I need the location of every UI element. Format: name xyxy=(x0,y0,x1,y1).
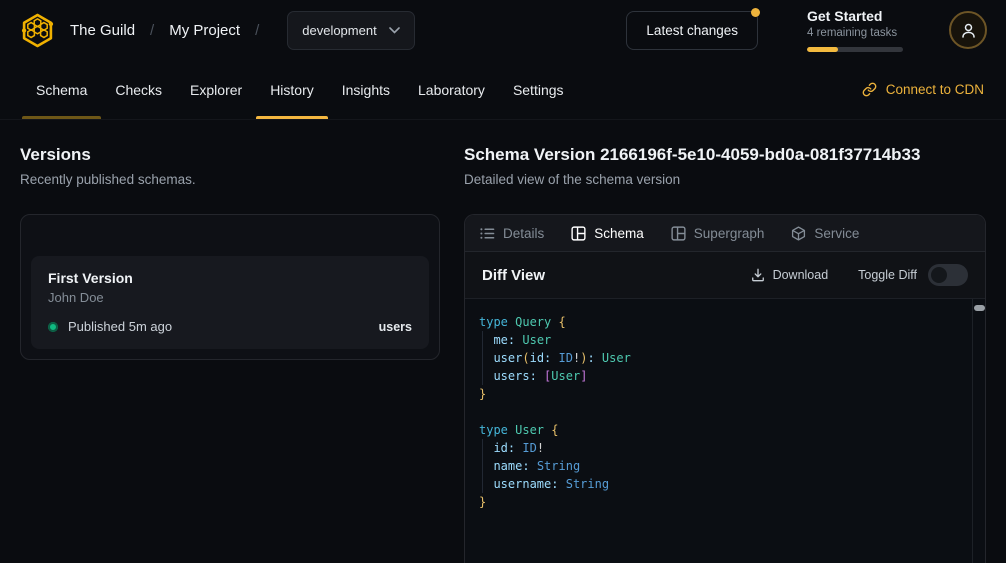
diff-view-header: Diff View Download Toggle Diff xyxy=(465,252,985,299)
tab-service[interactable]: Service xyxy=(791,226,859,241)
user-avatar-button[interactable] xyxy=(949,11,987,49)
code-scrollbar[interactable] xyxy=(972,299,985,563)
nav-tab-history[interactable]: History xyxy=(256,60,328,119)
person-icon xyxy=(960,22,977,39)
get-started-progress-track xyxy=(807,47,903,52)
guild-logo-icon[interactable] xyxy=(19,12,56,49)
get-started-widget[interactable]: Get Started 4 remaining tasks xyxy=(807,8,903,52)
tab-label: Details xyxy=(503,226,544,241)
code-line: type User { xyxy=(479,421,969,439)
version-service-badge: users xyxy=(379,320,412,334)
code-line: } xyxy=(479,385,969,403)
columns-icon xyxy=(671,226,686,241)
notification-dot xyxy=(751,8,760,17)
nav-tab-label: History xyxy=(270,82,314,98)
cube-icon xyxy=(791,226,806,241)
sdl-code-viewer[interactable]: type Query { me: User user(id: ID!): Use… xyxy=(465,299,985,563)
nav-tab-laboratory[interactable]: Laboratory xyxy=(404,60,499,119)
diff-view-title: Diff View xyxy=(482,267,545,284)
nav-tab-label: Laboratory xyxy=(418,82,485,98)
tab-label: Supergraph xyxy=(694,226,765,241)
target-selector[interactable]: development xyxy=(287,11,414,50)
code-line: user(id: ID!): User xyxy=(479,349,969,367)
page-tabs: Schema Checks Explorer History Insights … xyxy=(0,60,1006,120)
code-line: users: [User] xyxy=(479,367,969,385)
tab-label: Schema xyxy=(594,226,644,241)
download-button[interactable]: Download xyxy=(751,268,829,282)
breadcrumb-org[interactable]: The Guild xyxy=(70,22,135,39)
nav-tab-checks[interactable]: Checks xyxy=(101,60,176,119)
schema-detail-card: Details Schema Supergraph xyxy=(464,214,986,563)
code-line: me: User xyxy=(479,331,969,349)
detail-tab-bar: Details Schema Supergraph xyxy=(465,215,985,252)
nav-tab-label: Explorer xyxy=(190,82,242,98)
breadcrumb: The Guild / My Project / xyxy=(70,22,259,39)
nav-tab-schema[interactable]: Schema xyxy=(22,60,101,119)
versions-list-card: First Version John Doe Published 5m ago … xyxy=(20,214,440,360)
breadcrumb-separator: / xyxy=(150,22,154,39)
top-header: The Guild / My Project / development Lat… xyxy=(0,0,1006,60)
chevron-down-icon xyxy=(389,27,400,34)
version-meta-row: Published 5m ago users xyxy=(48,319,412,334)
latest-changes-button[interactable]: Latest changes xyxy=(626,11,758,50)
get-started-title: Get Started xyxy=(807,8,903,25)
nav-tab-settings[interactable]: Settings xyxy=(499,60,578,119)
nav-tab-insights[interactable]: Insights xyxy=(328,60,404,119)
scrollbar-thumb[interactable] xyxy=(974,305,985,311)
main-content: Versions Recently published schemas. Fir… xyxy=(0,120,1006,563)
get-started-progress-fill xyxy=(807,47,838,52)
version-detail-title: Schema Version 2166196f-5e10-4059-bd0a-0… xyxy=(464,144,986,166)
nav-tab-label: Insights xyxy=(342,82,390,98)
toggle-diff-label: Toggle Diff xyxy=(858,268,917,282)
version-name: First Version xyxy=(48,269,412,287)
toggle-knob xyxy=(931,267,947,283)
tab-label: Service xyxy=(814,226,859,241)
tab-supergraph[interactable]: Supergraph xyxy=(671,226,765,241)
download-icon xyxy=(751,268,765,282)
connect-to-cdn-link[interactable]: Connect to CDN xyxy=(862,60,984,119)
code-line: } xyxy=(479,493,969,511)
code-line: id: ID! xyxy=(479,439,969,457)
code-lines: type Query { me: User user(id: ID!): Use… xyxy=(479,313,969,511)
breadcrumb-project[interactable]: My Project xyxy=(169,22,240,39)
version-detail-subtitle: Detailed view of the schema version xyxy=(464,171,986,189)
code-line xyxy=(479,403,969,421)
nav-tab-label: Settings xyxy=(513,82,564,98)
get-started-subtitle: 4 remaining tasks xyxy=(807,26,903,41)
versions-panel: Versions Recently published schemas. Fir… xyxy=(20,144,440,563)
versions-title: Versions xyxy=(20,144,440,166)
tab-details[interactable]: Details xyxy=(480,226,544,241)
target-selector-value: development xyxy=(302,23,376,38)
link-icon xyxy=(862,82,877,97)
list-icon xyxy=(480,226,495,241)
columns-icon xyxy=(571,226,586,241)
version-status: Published 5m ago xyxy=(68,319,172,334)
published-status-dot-icon xyxy=(48,322,58,332)
breadcrumb-separator: / xyxy=(255,22,259,39)
nav-tab-label: Schema xyxy=(36,82,87,98)
version-list-item[interactable]: First Version John Doe Published 5m ago … xyxy=(31,256,429,349)
download-label: Download xyxy=(773,268,829,282)
nav-tab-explorer[interactable]: Explorer xyxy=(176,60,256,119)
version-detail-panel: Schema Version 2166196f-5e10-4059-bd0a-0… xyxy=(464,144,986,563)
code-line: name: String xyxy=(479,457,969,475)
version-author: John Doe xyxy=(48,290,412,306)
latest-changes-label: Latest changes xyxy=(646,23,738,38)
code-line: username: String xyxy=(479,475,969,493)
toggle-diff-switch[interactable] xyxy=(928,264,968,286)
nav-tab-label: Checks xyxy=(115,82,162,98)
versions-subtitle: Recently published schemas. xyxy=(20,171,440,189)
tab-schema[interactable]: Schema xyxy=(571,226,644,241)
code-line: type Query { xyxy=(479,313,969,331)
connect-to-cdn-label: Connect to CDN xyxy=(886,82,984,97)
